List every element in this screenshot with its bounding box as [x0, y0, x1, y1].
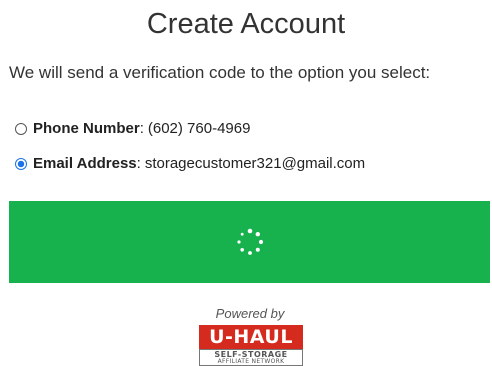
email-address-value: storagecustomer321@gmail.com [144, 155, 366, 172]
spinner-dot [236, 240, 241, 244]
logo-network: SELF-STORAGE AFFILIATE NETWORK [199, 349, 303, 366]
phone-number-separator: : [139, 120, 144, 137]
verification-instructions: We will send a verification code to the … [9, 63, 431, 82]
spinner-dot [247, 251, 252, 255]
phone-number-radio[interactable] [15, 123, 27, 135]
spinner-dot [247, 228, 252, 234]
email-address-option[interactable]: Email Address: storagecustomer321@gmail.… [15, 153, 365, 175]
spinner-dot [240, 232, 244, 236]
phone-number-label: Phone Number [33, 120, 140, 137]
logo-brand: U-HAUL [199, 325, 303, 349]
phone-number-value: (602) 760-4969 [147, 120, 251, 137]
send-code-button[interactable] [9, 201, 490, 283]
email-address-label: Email Address [33, 155, 137, 172]
spinner-dot [239, 248, 244, 252]
email-address-separator: : [136, 155, 141, 172]
uhaul-logo: U-HAUL SELF-STORAGE AFFILIATE NETWORK [199, 325, 303, 366]
spinner-dot [255, 247, 260, 252]
email-address-radio[interactable] [15, 158, 27, 170]
spinner-icon [236, 228, 263, 255]
phone-number-option[interactable]: Phone Number: (602) 760-4969 [15, 118, 250, 140]
powered-by-text: Powered by [215, 306, 285, 321]
logo-line2: AFFILIATE NETWORK [217, 358, 285, 365]
spinner-dot [258, 239, 263, 245]
page-title: Create Account [146, 8, 346, 40]
spinner-dot [255, 232, 260, 237]
